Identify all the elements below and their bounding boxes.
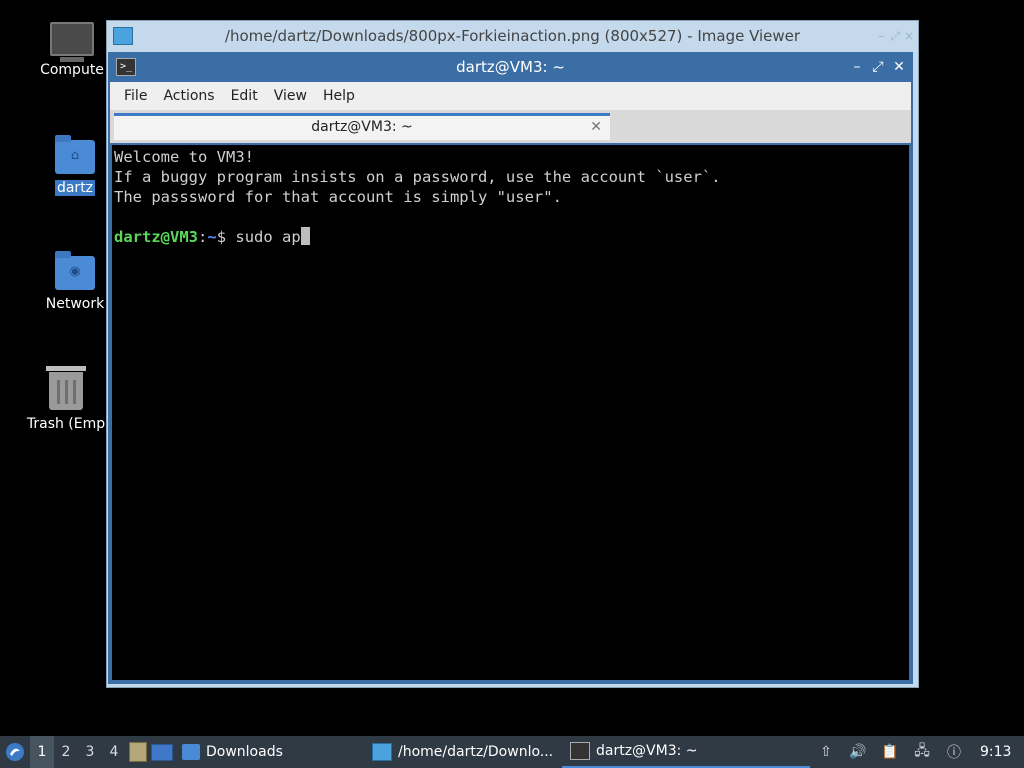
desktop-icon-label: Compute bbox=[40, 62, 104, 78]
menu-view[interactable]: View bbox=[266, 88, 315, 104]
upload-icon: ⇧ bbox=[820, 744, 832, 760]
workspace-2[interactable]: 2 bbox=[54, 736, 78, 768]
folder-icon bbox=[182, 744, 200, 760]
file-cabinet-icon bbox=[129, 742, 147, 762]
start-menu-icon bbox=[6, 743, 24, 761]
prompt-user: dartz@VM3 bbox=[114, 228, 198, 246]
minimize-icon[interactable]: – bbox=[878, 21, 884, 51]
task-label: dartz@VM3: ~ bbox=[596, 743, 698, 759]
prompt-line: dartz@VM3:~$ sudo ap bbox=[114, 227, 310, 246]
terminal-titlebar[interactable]: >_ dartz@VM3: ~ – ⤢ ✕ bbox=[108, 52, 913, 82]
image-viewer-titlebar[interactable]: /home/dartz/Downloads/800px-Forkieinacti… bbox=[107, 21, 918, 51]
task-downloads[interactable]: Downloads bbox=[174, 736, 364, 768]
tray-volume[interactable]: 🔊 bbox=[842, 736, 874, 768]
desktop-icon bbox=[151, 743, 173, 761]
tab-close-icon[interactable]: ✕ bbox=[590, 116, 602, 138]
desktop-icon-trash[interactable]: Trash (Emp bbox=[18, 366, 114, 432]
network-folder-icon: ◉ bbox=[55, 251, 95, 290]
workspace-4[interactable]: 4 bbox=[102, 736, 126, 768]
terminal-window[interactable]: >_ dartz@VM3: ~ – ⤢ ✕ File Actions Edit … bbox=[108, 52, 913, 684]
task-image-viewer[interactable]: /home/dartz/Downlo... bbox=[364, 736, 562, 768]
output-line: Welcome to VM3! bbox=[114, 148, 254, 166]
image-viewer-title: /home/dartz/Downloads/800px-Forkieinacti… bbox=[224, 27, 801, 45]
menu-file[interactable]: File bbox=[116, 88, 155, 104]
menu-bar: File Actions Edit View Help bbox=[110, 82, 911, 110]
tray-clipboard[interactable]: 📋 bbox=[874, 736, 906, 768]
start-menu-button[interactable] bbox=[0, 736, 30, 768]
maximize-icon[interactable]: ⤢ bbox=[868, 52, 888, 82]
workspace-1[interactable]: 1 bbox=[30, 736, 54, 768]
notification-icon: ⓘ bbox=[947, 745, 961, 761]
clock[interactable]: 9:13 bbox=[970, 736, 1021, 768]
volume-icon: 🔊 bbox=[849, 744, 867, 760]
menu-edit[interactable]: Edit bbox=[223, 88, 266, 104]
tray-updates[interactable]: ⇧ bbox=[810, 736, 842, 768]
task-terminal[interactable]: dartz@VM3: ~ bbox=[562, 736, 810, 768]
minimize-icon[interactable]: – bbox=[847, 52, 867, 82]
prompt-path: ~ bbox=[207, 228, 217, 246]
show-desktop-button[interactable] bbox=[150, 736, 174, 768]
close-icon[interactable]: × bbox=[904, 21, 914, 51]
prompt-symbol: $ bbox=[216, 228, 236, 246]
workspace-3[interactable]: 3 bbox=[78, 736, 102, 768]
terminal-icon: >_ bbox=[116, 58, 136, 76]
task-label: Downloads bbox=[206, 744, 283, 760]
menu-actions[interactable]: Actions bbox=[155, 88, 222, 104]
home-folder-icon: ⌂ bbox=[55, 135, 95, 174]
desktop-icon-label: Network bbox=[45, 296, 105, 312]
network-icon: 🖧 bbox=[914, 743, 930, 759]
output-line: If a buggy program insists on a password… bbox=[114, 168, 721, 186]
terminal-icon bbox=[570, 742, 590, 760]
image-viewer-icon bbox=[113, 27, 133, 45]
text-cursor bbox=[300, 227, 310, 245]
command-input[interactable]: sudo ap bbox=[235, 228, 300, 246]
prompt-separator: : bbox=[198, 228, 208, 246]
close-icon[interactable]: ✕ bbox=[889, 52, 909, 82]
tab-terminal[interactable]: dartz@VM3: ~ ✕ bbox=[114, 113, 610, 140]
tray-notifications[interactable]: ⓘ bbox=[938, 736, 970, 768]
terminal-output[interactable]: Welcome to VM3! If a buggy program insis… bbox=[112, 145, 909, 680]
desktop-icon-label: Trash (Emp bbox=[26, 416, 106, 432]
output-line: The passsword for that account is simply… bbox=[114, 188, 562, 206]
tab-label: dartz@VM3: ~ bbox=[311, 119, 413, 135]
image-viewer-icon bbox=[372, 743, 392, 761]
task-label: /home/dartz/Downlo... bbox=[398, 744, 554, 760]
menu-help[interactable]: Help bbox=[315, 88, 363, 104]
terminal-title: dartz@VM3: ~ bbox=[456, 58, 565, 76]
clipboard-icon: 📋 bbox=[881, 744, 899, 760]
trash-icon bbox=[46, 366, 86, 410]
taskbar: 1 2 3 4 Downloads /home/dartz/Downlo... … bbox=[0, 736, 1024, 768]
tab-bar: dartz@VM3: ~ ✕ bbox=[110, 110, 911, 143]
tray-network[interactable]: 🖧 bbox=[906, 736, 938, 768]
file-manager-launcher[interactable] bbox=[126, 736, 150, 768]
desktop-icon-label: dartz bbox=[54, 180, 96, 196]
computer-icon bbox=[50, 22, 94, 62]
maximize-icon[interactable]: ⤢ bbox=[890, 21, 900, 51]
